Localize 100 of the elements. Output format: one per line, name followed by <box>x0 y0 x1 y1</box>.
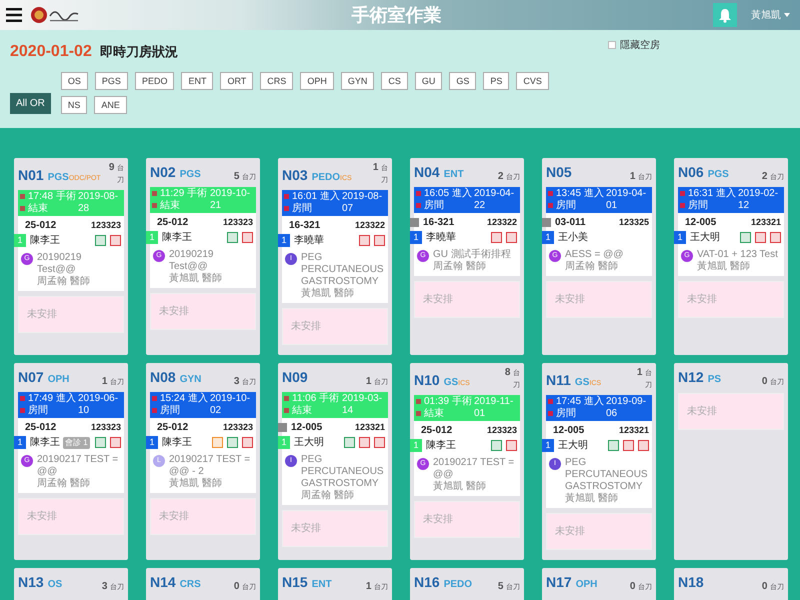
department-label: PGS <box>48 171 69 185</box>
sequence-number: 1 <box>146 231 158 244</box>
procedure-name: 20190219 Test@@ <box>169 249 214 272</box>
filter-button[interactable]: GU <box>414 72 442 90</box>
status-text: 11:06 手術結束 <box>292 393 340 417</box>
unscheduled-slot: 未安排 <box>678 393 784 430</box>
unscheduled-slot: 未安排 <box>678 281 784 318</box>
procedure-name: GU 測試手術排程 <box>433 249 511 261</box>
status-date: 2019-04-22 <box>474 188 516 212</box>
status-text: 13:45 進入房間 <box>556 188 605 212</box>
filter-button[interactable]: GYN <box>340 72 374 90</box>
filter-button[interactable]: ENT <box>181 72 214 90</box>
patient-id: 123323 <box>486 424 517 437</box>
status-date: 2019-08-28 <box>78 191 120 215</box>
status-text: 16:31 進入房間 <box>688 188 737 212</box>
filter-button[interactable]: GS <box>449 72 476 90</box>
status-date: 2019-10-21 <box>210 188 252 212</box>
unscheduled-slot: 未安排 <box>546 281 652 318</box>
department-label: ENT <box>444 168 464 182</box>
unscheduled-slot: 未安排 <box>414 281 520 318</box>
filter-button[interactable]: NS <box>60 96 88 114</box>
department-label: GS <box>574 376 590 390</box>
menu-icon[interactable] <box>6 8 22 22</box>
unscheduled-slot: 未安排 <box>282 308 388 345</box>
status-date: 2019-06-10 <box>78 393 120 417</box>
patient-name: 陳李王 <box>30 234 60 248</box>
sequence-number: 1 <box>14 436 26 449</box>
filter-button[interactable]: PGS <box>94 72 128 90</box>
patient-name: 王小美 <box>558 230 588 245</box>
room-number: N08 <box>150 368 176 387</box>
patient-id: 123323 <box>90 420 121 434</box>
patient-id: 123323 <box>222 216 253 229</box>
bed-number: 25-012 <box>421 424 452 438</box>
procedure-name: 20190217 TEST = @@ - 2 <box>169 454 252 478</box>
patient-name: 陳李王 <box>162 436 192 450</box>
unscheduled-slot: 未安排 <box>546 513 652 550</box>
bed-number: 12-005 <box>291 421 322 435</box>
all-or-button[interactable]: All OR <box>10 93 51 114</box>
filter-button[interactable]: PS <box>483 72 510 90</box>
procedure-name: PEG PERCUTANEOUS GASTROSTOMY <box>565 457 649 492</box>
patient-name: 王大明 <box>558 438 588 453</box>
page-heading: 即時刀房狀況 <box>100 43 178 62</box>
patient-name: 陳李王 <box>30 436 60 450</box>
room-number: N10 <box>414 371 440 390</box>
filter-button[interactable]: CVS <box>516 72 549 90</box>
procedure-name: AESS = @@ <box>565 249 624 261</box>
bed-number: 12-005 <box>553 424 584 438</box>
patient-name: 陳李王 <box>162 230 192 245</box>
procedure-name: 20190217 TEST = @@ <box>37 454 120 478</box>
filter-button[interactable]: OPH <box>300 72 334 90</box>
doctor-name: 黃旭凱 醫師 <box>301 288 355 300</box>
procedure-name: 20190217 TEST = @@ <box>433 457 516 480</box>
sequence-number: 1 <box>278 436 290 449</box>
room-number: N04 <box>414 163 440 182</box>
procedure-name: PEG PERCUTANEOUS GASTROSTOMY <box>301 454 385 490</box>
doctor-name: 周孟翰 醫師 <box>37 276 91 288</box>
filter-button[interactable]: ANE <box>94 96 127 114</box>
room-number: N06 <box>678 163 704 182</box>
doctor-name: 黃旭凱 醫師 <box>433 481 487 493</box>
filter-button[interactable]: CS <box>381 72 408 90</box>
unscheduled-slot: 未安排 <box>18 498 124 535</box>
doctor-name: 黃旭凱 醫師 <box>169 478 223 490</box>
department-label: CRS <box>180 578 201 592</box>
bell-icon <box>718 8 732 22</box>
department-label: OPH <box>48 373 70 387</box>
sequence-number: 1 <box>410 231 422 244</box>
unscheduled-slot: 未安排 <box>150 498 256 535</box>
bed-number: 16-321 <box>289 219 320 233</box>
room-number: N16 <box>414 573 440 592</box>
room-number: N14 <box>150 573 176 592</box>
doctor-name: 周孟翰 醫師 <box>37 478 91 490</box>
status-text: 16:05 進入房間 <box>424 188 473 212</box>
department-label: GS <box>444 376 458 390</box>
unscheduled-slot: 未安排 <box>18 296 124 333</box>
department-label: ENT <box>312 578 332 592</box>
room-number: N18 <box>678 573 704 592</box>
logo <box>30 6 80 24</box>
sequence-number: 1 <box>542 439 554 452</box>
filter-button[interactable]: PEDO <box>134 72 174 90</box>
filter-button[interactable]: ORT <box>220 72 254 90</box>
room-number: N17 <box>546 573 572 592</box>
sequence-number: 1 <box>14 234 26 247</box>
procedure-name: 20190219 Test@@ <box>37 252 82 276</box>
room-number: N02 <box>150 163 176 182</box>
status-date: 2019-09-06 <box>606 396 648 420</box>
note-tag: 會診 1 <box>63 436 90 448</box>
procedure-name: VAT-01 + 123 Test <box>697 249 778 260</box>
patient-id: 123323 <box>222 420 253 434</box>
filter-button[interactable]: CRS <box>260 72 294 90</box>
unscheduled-slot: 未安排 <box>150 293 256 330</box>
patient-name: 李曉華 <box>294 234 324 248</box>
status-date: 2019-08-07 <box>342 191 384 215</box>
patient-id: 123325 <box>618 216 649 229</box>
doctor-name: 周孟翰 醫師 <box>433 261 487 273</box>
patient-id: 123322 <box>354 218 385 232</box>
hide-empty-checkbox[interactable]: 隱藏空房 <box>608 38 660 52</box>
patient-id: 123321 <box>750 216 781 229</box>
room-number: N13 <box>18 573 44 592</box>
filter-button[interactable]: OS <box>60 72 88 90</box>
status-text: 01:39 手術結束 <box>424 396 473 420</box>
